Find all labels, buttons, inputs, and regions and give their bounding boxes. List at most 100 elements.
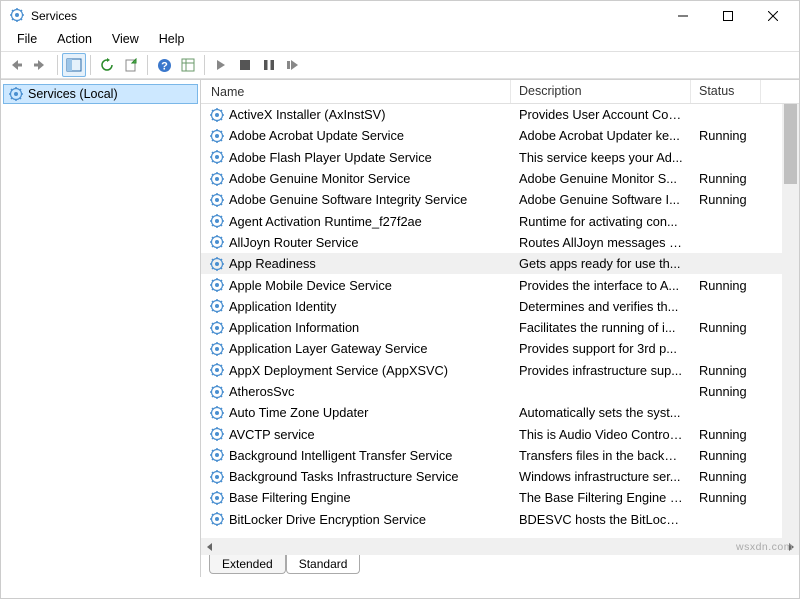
gear-icon bbox=[209, 405, 225, 421]
service-status-cell: Running bbox=[691, 363, 761, 378]
service-name-label: AtherosSvc bbox=[229, 384, 294, 399]
service-row[interactable]: AllJoyn Router Service Routes AllJoyn mes… bbox=[201, 232, 799, 253]
service-row[interactable]: Auto Time Zone UpdaterAutomatically sets… bbox=[201, 402, 799, 423]
menu-action[interactable]: Action bbox=[47, 31, 102, 51]
gear-icon bbox=[209, 426, 225, 442]
gear-icon bbox=[209, 341, 225, 357]
service-desc-cell: Provides infrastructure sup... bbox=[511, 363, 691, 378]
service-name-label: Application Information bbox=[229, 320, 359, 335]
service-row[interactable]: Adobe Genuine Software Integrity Service… bbox=[201, 189, 799, 210]
gear-icon bbox=[209, 362, 225, 378]
pause-service-button[interactable] bbox=[257, 53, 281, 77]
service-name-label: AppX Deployment Service (AppXSVC) bbox=[229, 363, 448, 378]
service-name-cell: Base Filtering Engine bbox=[201, 490, 511, 506]
service-desc-cell: Provides the interface to A... bbox=[511, 278, 691, 293]
menu-file[interactable]: File bbox=[7, 31, 47, 51]
export-list-button[interactable] bbox=[119, 53, 143, 77]
restart-service-button[interactable] bbox=[281, 53, 305, 77]
tree-root-services-local[interactable]: Services (Local) bbox=[3, 84, 198, 104]
service-row[interactable]: Application IdentityDetermines and verif… bbox=[201, 296, 799, 317]
stop-service-button[interactable] bbox=[233, 53, 257, 77]
service-row[interactable]: Adobe Acrobat Update ServiceAdobe Acroba… bbox=[201, 125, 799, 146]
menubar: File Action View Help bbox=[1, 31, 799, 51]
service-row[interactable]: Background Tasks Infrastructure ServiceW… bbox=[201, 466, 799, 487]
gear-icon bbox=[209, 384, 225, 400]
service-desc-cell: Routes AllJoyn messages f... bbox=[511, 235, 691, 250]
start-service-button[interactable] bbox=[209, 53, 233, 77]
service-name-label: ActiveX Installer (AxInstSV) bbox=[229, 107, 385, 122]
service-status-cell: Running bbox=[691, 320, 761, 335]
help-button[interactable]: ? bbox=[152, 53, 176, 77]
service-name-cell: Adobe Acrobat Update Service bbox=[201, 128, 511, 144]
menu-view[interactable]: View bbox=[102, 31, 149, 51]
gear-icon bbox=[209, 277, 225, 293]
app-icon bbox=[9, 7, 25, 26]
service-status-cell: Running bbox=[691, 278, 761, 293]
service-status-cell: Running bbox=[691, 384, 761, 399]
scrollbar-thumb[interactable] bbox=[784, 104, 797, 184]
service-name-label: Background Intelligent Transfer Service bbox=[229, 448, 452, 463]
service-name-label: Adobe Genuine Monitor Service bbox=[229, 171, 410, 186]
close-button[interactable] bbox=[750, 2, 795, 30]
properties-button[interactable] bbox=[176, 53, 200, 77]
tab-extended[interactable]: Extended bbox=[209, 555, 286, 574]
minimize-button[interactable] bbox=[660, 2, 705, 30]
service-row[interactable]: Application Layer Gateway ServiceProvide… bbox=[201, 338, 799, 359]
gear-icon bbox=[209, 511, 225, 527]
tree-pane: Services (Local) bbox=[1, 80, 201, 577]
service-row[interactable]: BitLocker Drive Encryption ServiceBDESVC… bbox=[201, 509, 799, 530]
service-row[interactable]: Apple Mobile Device ServiceProvides the … bbox=[201, 274, 799, 295]
service-row[interactable]: Adobe Genuine Monitor Service Adobe Genui… bbox=[201, 168, 799, 189]
maximize-button[interactable] bbox=[705, 2, 750, 30]
service-row[interactable]: Background Intelligent Transfer ServiceT… bbox=[201, 445, 799, 466]
service-row[interactable]: AppX Deployment Service (AppXSVC) Provide… bbox=[201, 360, 799, 381]
service-name-label: AllJoyn Router Service bbox=[229, 235, 358, 250]
service-desc-cell: This is Audio Video Control... bbox=[511, 427, 691, 442]
service-row[interactable]: Adobe Flash Player Update ServiceThis se… bbox=[201, 147, 799, 168]
service-row[interactable]: AtherosSvc Running bbox=[201, 381, 799, 402]
service-name-cell: App Readiness bbox=[201, 256, 511, 272]
gear-icon bbox=[209, 149, 225, 165]
menu-help[interactable]: Help bbox=[149, 31, 195, 51]
back-button[interactable] bbox=[5, 53, 29, 77]
service-row[interactable]: Base Filtering EngineThe Base Filtering … bbox=[201, 487, 799, 508]
horizontal-scrollbar[interactable] bbox=[201, 538, 799, 555]
scroll-left-button[interactable] bbox=[201, 538, 218, 555]
service-desc-cell: Runtime for activating con... bbox=[511, 214, 691, 229]
window-title: Services bbox=[29, 9, 660, 23]
column-header-description[interactable]: Description bbox=[511, 80, 691, 103]
service-name-cell: AllJoyn Router Service bbox=[201, 234, 511, 250]
column-header-name[interactable]: Name bbox=[201, 80, 511, 103]
service-name-label: Agent Activation Runtime_f27f2ae bbox=[229, 214, 422, 229]
tab-standard[interactable]: Standard bbox=[286, 555, 361, 574]
column-header-status[interactable]: Status bbox=[691, 80, 761, 103]
list-header: Name Description Status bbox=[201, 80, 799, 104]
service-name-cell: Agent Activation Runtime_f27f2ae bbox=[201, 213, 511, 229]
svg-text:?: ? bbox=[161, 60, 168, 72]
service-row[interactable]: AVCTP service This is Audio Video Control… bbox=[201, 423, 799, 444]
service-row[interactable]: Application InformationFacilitates the r… bbox=[201, 317, 799, 338]
service-name-cell: Application Information bbox=[201, 320, 511, 336]
forward-button[interactable] bbox=[29, 53, 53, 77]
titlebar: Services bbox=[1, 1, 799, 31]
service-desc-cell: This service keeps your Ad... bbox=[511, 150, 691, 165]
service-row[interactable]: App ReadinessGets apps ready for use th.… bbox=[201, 253, 799, 274]
refresh-button[interactable] bbox=[95, 53, 119, 77]
service-name-label: AVCTP service bbox=[229, 427, 315, 442]
toolbar-separator bbox=[57, 55, 58, 75]
service-name-cell: Adobe Flash Player Update Service bbox=[201, 149, 511, 165]
gear-icon bbox=[209, 234, 225, 250]
service-name-cell: Application Layer Gateway Service bbox=[201, 341, 511, 357]
vertical-scrollbar[interactable] bbox=[782, 104, 799, 538]
show-hide-tree-button[interactable] bbox=[62, 53, 86, 77]
gear-icon bbox=[209, 192, 225, 208]
service-name-cell: AtherosSvc bbox=[201, 384, 511, 400]
service-status-cell: Running bbox=[691, 448, 761, 463]
service-row[interactable]: ActiveX Installer (AxInstSV)Provides Use… bbox=[201, 104, 799, 125]
service-desc-cell: Adobe Genuine Monitor S... bbox=[511, 171, 691, 186]
service-name-cell: AppX Deployment Service (AppXSVC) bbox=[201, 362, 511, 378]
service-desc-cell: Determines and verifies th... bbox=[511, 299, 691, 314]
service-desc-cell: Adobe Acrobat Updater ke... bbox=[511, 128, 691, 143]
service-name-cell: Adobe Genuine Software Integrity Service bbox=[201, 192, 511, 208]
service-row[interactable]: Agent Activation Runtime_f27f2ae Runtime … bbox=[201, 210, 799, 231]
